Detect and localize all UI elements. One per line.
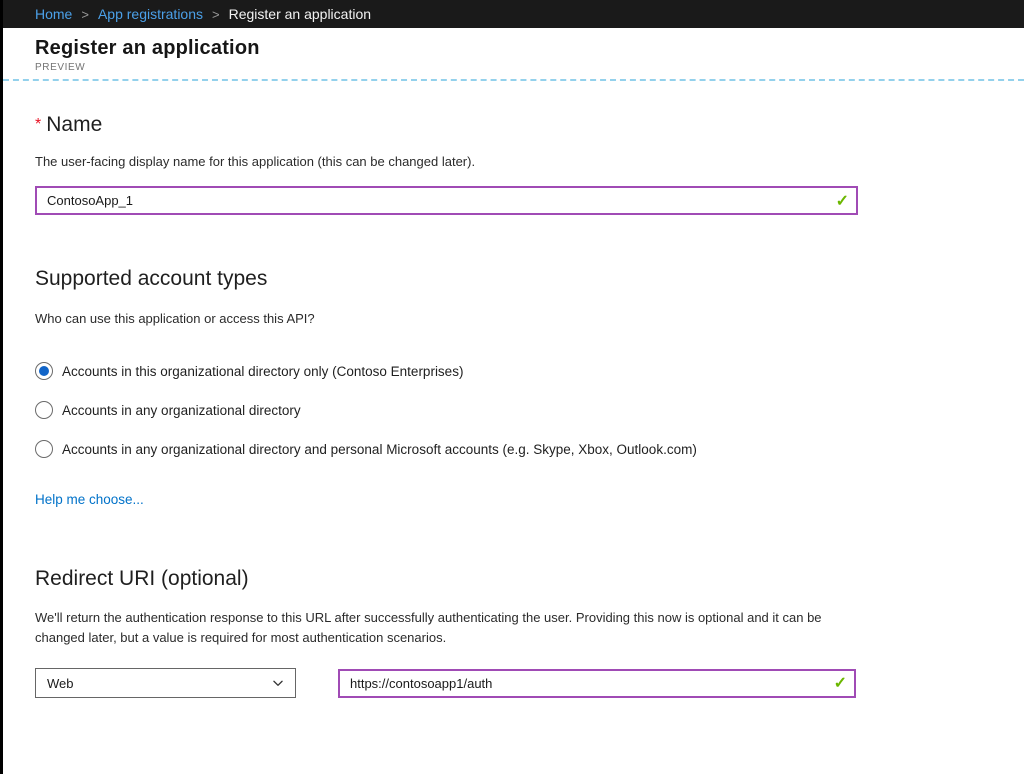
breadcrumb-separator-icon: > [212,7,220,22]
radio-option-single-tenant[interactable]: Accounts in this organizational director… [35,362,1024,380]
radio-selected-icon[interactable] [35,362,53,380]
radio-option-label: Accounts in any organizational directory [62,403,301,418]
name-heading: * Name [35,113,1024,137]
radio-option-multi-tenant-personal[interactable]: Accounts in any organizational directory… [35,440,1024,458]
page-header: Register an application PREVIEW [3,28,1024,81]
name-description: The user-facing display name for this ap… [35,154,1024,169]
name-field-wrap: ✓ [35,186,858,215]
account-types-radio-group: Accounts in this organizational director… [35,362,1024,458]
name-heading-label: Name [46,113,102,136]
chevron-down-icon [271,676,285,690]
platform-type-select[interactable]: Web [35,668,296,698]
redirect-uri-section: Redirect URI (optional) We'll return the… [35,567,1024,698]
breadcrumb-home-link[interactable]: Home [35,6,72,22]
radio-unselected-icon[interactable] [35,401,53,419]
radio-unselected-icon[interactable] [35,440,53,458]
platform-select-value: Web [47,676,74,691]
breadcrumb-current-page: Register an application [229,6,371,22]
account-types-heading: Supported account types [35,267,1024,291]
breadcrumb: Home > App registrations > Register an a… [3,0,1024,28]
page-title: Register an application [35,37,1024,60]
register-form: * Name The user-facing display name for t… [3,81,1024,698]
name-section: * Name The user-facing display name for t… [35,113,1024,215]
help-me-choose-link[interactable]: Help me choose... [35,492,144,507]
required-asterisk: * [35,116,41,133]
app-name-input[interactable] [35,186,858,215]
redirect-uri-controls: Web ✓ [35,668,1024,698]
account-types-section: Supported account types Who can use this… [35,267,1024,509]
breadcrumb-separator-icon: > [81,7,89,22]
redirect-uri-description: We'll return the authentication response… [35,608,847,647]
radio-option-label: Accounts in any organizational directory… [62,442,697,457]
preview-badge: PREVIEW [35,62,1024,73]
radio-option-multi-tenant[interactable]: Accounts in any organizational directory [35,401,1024,419]
redirect-uri-heading: Redirect URI (optional) [35,567,1024,591]
radio-option-label: Accounts in this organizational director… [62,364,463,379]
uri-field-wrap: ✓ [338,669,856,698]
account-types-question: Who can use this application or access t… [35,311,1024,326]
redirect-uri-input[interactable] [338,669,856,698]
breadcrumb-app-registrations-link[interactable]: App registrations [98,6,203,22]
